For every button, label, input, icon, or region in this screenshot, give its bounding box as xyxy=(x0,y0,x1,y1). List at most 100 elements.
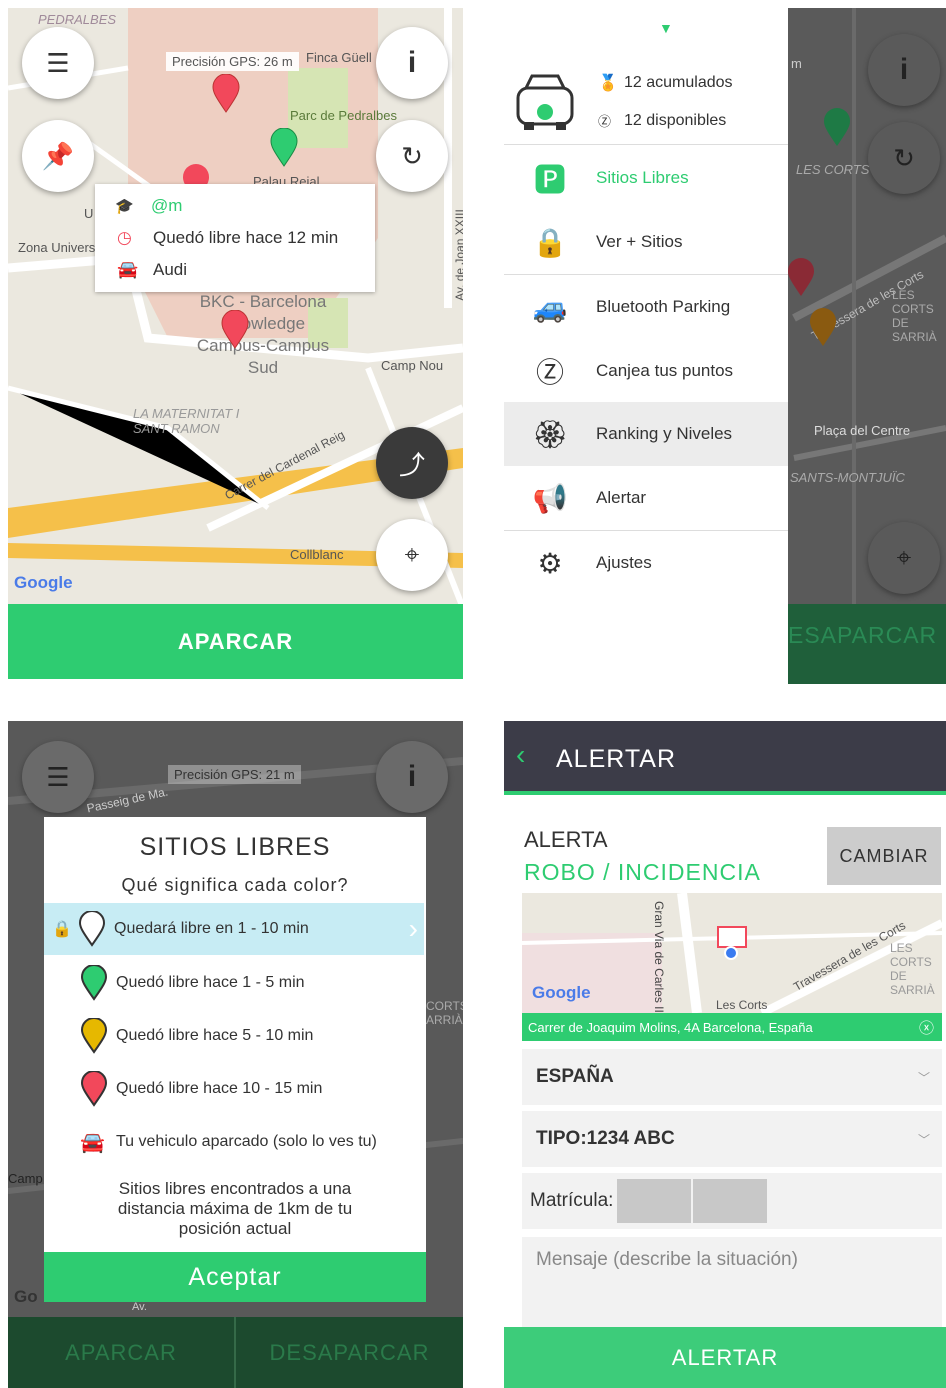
submit-alert-button[interactable]: ALERTAR xyxy=(504,1327,946,1388)
directions-button[interactable]: ⤴ xyxy=(376,427,448,499)
crosshair-icon: ⌖ xyxy=(404,539,420,569)
refresh-button[interactable]: ↻ xyxy=(376,120,448,192)
map-label: PEDRALBES xyxy=(38,12,117,27)
map-label: Les Corts xyxy=(716,998,768,1012)
message-textarea[interactable]: Mensaje (describe la situación) xyxy=(522,1237,942,1327)
map-label: Plaça del Centre xyxy=(814,423,911,438)
pin-button[interactable]: 📌 xyxy=(22,120,94,192)
side-menu: ▼ 🏅 12 acumulados Ⓩ 12 disponibles 🅿 Sit… xyxy=(504,8,788,684)
ribbon-icon: 🏅 xyxy=(598,75,618,92)
spot-info-popup[interactable]: 🎓 @m ◷ Quedó libre hace 12 min 🚘 Audi xyxy=(95,184,375,292)
collapse-arrow-icon[interactable]: ▼ xyxy=(659,20,673,36)
refresh-button: ↻ xyxy=(868,122,940,194)
clock-icon: ◷ xyxy=(117,228,132,247)
legend-screen-panel: Passeig de Ma. Precisión GPS: 21 m Camp … xyxy=(8,721,463,1388)
info-button: i xyxy=(868,34,940,106)
map-label: CORTS ARRIÀ xyxy=(426,999,463,1027)
map-label: Go xyxy=(14,1287,38,1306)
locate-button[interactable]: ⌖ xyxy=(376,519,448,591)
legend-label: Tu vehiculo aparcado (solo lo ves tu) xyxy=(116,1133,377,1150)
legend-dialog: SITIOS LIBRES Qué significa cada color? … xyxy=(44,817,426,1302)
bluetooth-car-icon: 🚙 xyxy=(532,291,568,323)
legend-label: Quedó libre hace 10 - 15 min xyxy=(116,1080,323,1097)
chevron-down-icon: ﹀ xyxy=(917,1132,930,1147)
info-button: i xyxy=(376,741,448,813)
legend-label: Quedó libre hace 5 - 10 min xyxy=(116,1027,314,1044)
menu-item-canjea-puntos[interactable]: Ⓩ Canjea tus puntos xyxy=(504,339,788,403)
coin-icon: Ⓩ xyxy=(598,114,612,129)
map-label: BKC - Barcelona Knowledge Campus-Campus … xyxy=(196,292,330,377)
map-label: Zona Universi xyxy=(18,240,99,255)
menu-item-ranking[interactable]: 🏵 Ranking y Niveles xyxy=(504,402,788,466)
change-button[interactable]: CAMBIAR xyxy=(827,827,941,885)
map-label: Av. de Joan XXIII xyxy=(452,209,463,301)
chevron-right-icon: › xyxy=(408,913,418,944)
plate-field: Matrícula: xyxy=(522,1173,942,1229)
google-logo: Google xyxy=(14,573,73,592)
plate-input-1[interactable] xyxy=(617,1179,692,1223)
menu-item-label: Alertar xyxy=(596,488,647,507)
desaparcar-button-partial: ESAPARCAR xyxy=(788,622,938,648)
legend-row-upcoming[interactable]: 🔒 Quedará libre en 1 - 10 min › xyxy=(44,903,424,955)
green-pin-icon[interactable] xyxy=(269,128,299,168)
menu-item-label: Ajustes xyxy=(596,553,652,572)
accept-button[interactable]: Aceptar xyxy=(44,1252,426,1302)
accumulated-points: 12 acumulados xyxy=(624,74,733,91)
locate-button: ⌖ xyxy=(868,522,940,594)
message-placeholder: Mensaje (describe la situación) xyxy=(536,1249,798,1270)
menu-item-ver-sitios[interactable]: 🔒 Ver + Sitios xyxy=(504,210,788,274)
menu-list-icon: ☰ xyxy=(46,761,70,792)
distance-note: Sitios libres encontrados a una distanci… xyxy=(117,1179,353,1238)
aparcar-button[interactable]: APARCAR xyxy=(8,604,463,679)
legend-row-yellow: Quedó libre hace 5 - 10 min xyxy=(44,1010,424,1062)
popup-user: @m xyxy=(151,196,183,215)
back-chevron-icon[interactable]: ‹ xyxy=(516,739,525,771)
menu-item-alertar[interactable]: 📢 Alertar xyxy=(504,466,788,530)
map-label: Parc de Pedralbes xyxy=(290,108,397,123)
car-avatar-icon xyxy=(516,74,574,130)
menu-button: ☰ xyxy=(22,741,94,813)
menu-button[interactable]: ☰ xyxy=(22,27,94,99)
menu-item-label: Bluetooth Parking xyxy=(596,297,731,316)
page-title: ALERTAR xyxy=(556,745,677,773)
info-icon: i xyxy=(899,53,909,86)
country-select[interactable]: ESPAÑA ﹀ xyxy=(522,1049,942,1105)
menu-item-label: Canjea tus puntos xyxy=(596,361,734,380)
menu-item-bluetooth-parking[interactable]: 🚙 Bluetooth Parking xyxy=(504,275,788,339)
legend-row-my-car: 🚘 Tu vehiculo aparcado (solo lo ves tu) xyxy=(44,1116,424,1168)
divider xyxy=(504,144,788,145)
red-pin-icon[interactable] xyxy=(211,74,241,114)
refresh-icon: ↻ xyxy=(893,142,915,173)
red-pin-icon[interactable] xyxy=(220,310,250,350)
info-icon: i xyxy=(407,46,417,79)
points-coin-icon: Ⓩ xyxy=(535,357,564,388)
dialog-title: SITIOS LIBRES xyxy=(139,833,331,861)
info-button[interactable]: i xyxy=(376,27,448,99)
aparcar-button: APARCAR xyxy=(65,1339,177,1365)
menu-item-sitios-libres[interactable]: 🅿 Sitios Libres xyxy=(504,146,788,210)
map-label: Av. xyxy=(132,1301,147,1313)
legend-label: Quedó libre hace 1 - 5 min xyxy=(116,974,305,991)
menu-item-ajustes[interactable]: ⚙ Ajustes xyxy=(504,531,788,595)
plate-label: Matrícula: xyxy=(530,1190,614,1211)
type-select[interactable]: TIPO:1234 ABC ﹀ xyxy=(522,1111,942,1167)
red-pin-icon xyxy=(80,1071,108,1107)
address-text: Carrer de Joaquim Molins, 4A Barcelona, … xyxy=(528,1019,813,1035)
alert-type: ROBO / INCIDENCIA xyxy=(524,859,761,885)
orange-pin-icon xyxy=(810,308,836,346)
car-icon: 🚘 xyxy=(117,260,139,279)
map-label: Gran Via de Carles III xyxy=(652,901,666,1017)
map-label: Collblanc xyxy=(290,547,344,562)
map-label: LA MATERNITAT I SANT RAMON xyxy=(133,406,240,436)
legend-row-red: Quedó libre hace 10 - 15 min xyxy=(44,1063,424,1115)
menu-list-icon: ☰ xyxy=(46,47,70,78)
legend-label: Quedará libre en 1 - 10 min xyxy=(114,920,309,937)
megaphone-icon: 📢 xyxy=(532,482,568,514)
close-circle-icon[interactable]: ⓧ xyxy=(919,1017,934,1038)
dialog-subtitle: Qué significa cada color? xyxy=(121,875,349,895)
plate-input-2[interactable] xyxy=(693,1179,768,1223)
map-label: SANTS-MONTJUÏC xyxy=(790,470,905,485)
map-label: LES CORTS DE SARRIÀ xyxy=(892,288,937,344)
map-label: Camp Nou xyxy=(381,358,444,373)
country-value: ESPAÑA xyxy=(536,1066,614,1087)
